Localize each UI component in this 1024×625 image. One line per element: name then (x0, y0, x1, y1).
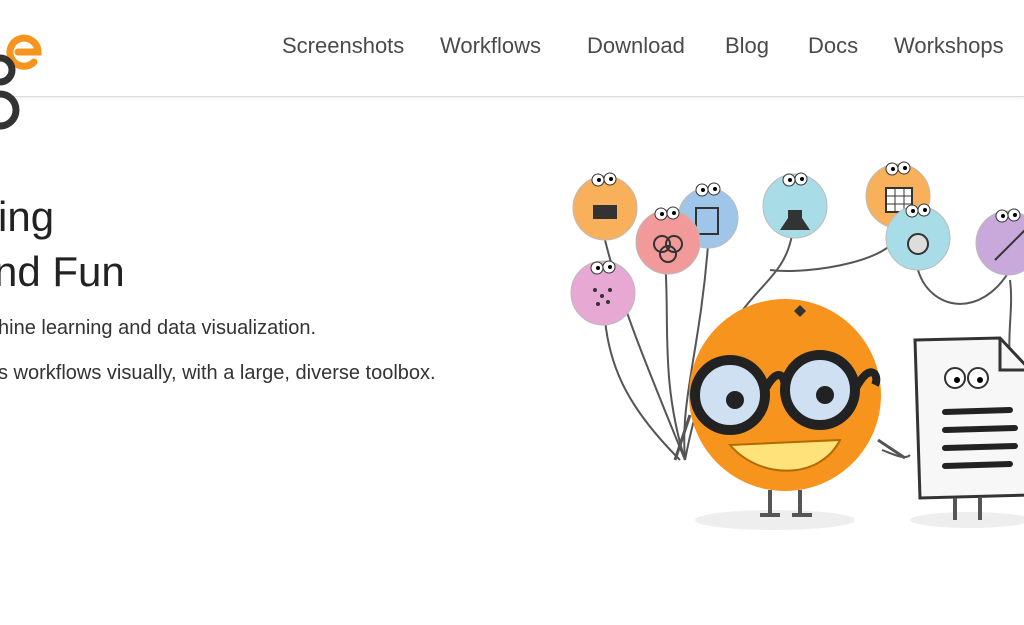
nav-blog[interactable]: Blog (725, 33, 769, 59)
hero-description-1: hine learning and data visualization. (0, 317, 316, 339)
logo-e-icon (6, 34, 42, 70)
balloon-pink-widget-icon (570, 260, 636, 326)
brand-logo[interactable] (0, 10, 50, 140)
nav-screenshots[interactable]: Screenshots (282, 33, 404, 59)
hero-illustration (570, 161, 1024, 530)
main-nav: Screenshots Workflows Download Blog Docs… (0, 0, 1024, 96)
balloon-teal-widget-icon (762, 172, 828, 239)
hero-title-line2: nd Fun (0, 248, 125, 295)
site-header: Screenshots Workflows Download Blog Docs… (0, 0, 1024, 97)
hero-description-2: s workflows visually, with a large, dive… (0, 362, 436, 384)
nav-download[interactable]: Download (587, 33, 685, 59)
logo-g-icon (0, 54, 20, 130)
balloon-purple-widget-icon (975, 208, 1024, 276)
document-character-icon (910, 336, 1024, 528)
mascot-orange-icon (673, 299, 906, 530)
nav-docs[interactable]: Docs (808, 33, 858, 59)
hero-title-line1: ing (0, 193, 55, 240)
nav-workflows[interactable]: Workflows (440, 33, 541, 59)
balloon-orange-widget-icon (572, 172, 638, 241)
nav-workshops[interactable]: Workshops (894, 33, 1004, 59)
